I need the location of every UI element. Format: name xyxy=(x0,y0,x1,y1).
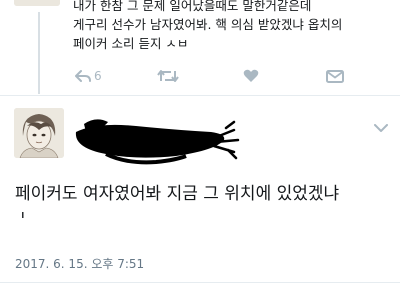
tweet-line: 페이커도 여자였어봐 지금 그 위치에 있었겠냐 xyxy=(15,184,340,204)
tweet-text: 내가 한참 그 문제 일어났을때도 말한거같은데 게구리 선수가 남자였어봐. … xyxy=(73,0,393,53)
chevron-down-icon xyxy=(374,118,388,137)
avatar[interactable] xyxy=(14,0,60,6)
retweet-icon xyxy=(157,69,179,83)
mail-icon xyxy=(326,69,344,83)
main-tweet-text: 페이커도 여자였어봐 지금 그 위치에 있었겠냐 ㅗ xyxy=(15,182,400,218)
heart-icon xyxy=(243,69,259,83)
reply-count: 6 xyxy=(94,69,102,83)
reply-icon xyxy=(75,69,91,83)
tweet-actions: 6 xyxy=(75,66,375,86)
like-button[interactable] xyxy=(243,66,259,86)
tweet-line: 내가 한참 그 문제 일어났을때도 말한거같은데 xyxy=(73,0,312,13)
tweet-timestamp[interactable]: 2017. 6. 15. 오후 7:51 xyxy=(15,255,144,272)
avatar[interactable] xyxy=(14,108,64,158)
tweet-line: 페이커 소리 듣지 ㅅㅂ xyxy=(73,36,189,51)
tweet-divider xyxy=(0,95,400,96)
redaction-scribble xyxy=(66,110,256,170)
retweet-button[interactable] xyxy=(157,66,179,86)
tweet-line: 게구리 선수가 남자였어봐. 핵 의심 받았겠냐 옵치의 xyxy=(73,17,343,32)
tweet-divider xyxy=(0,282,400,283)
direct-message-button[interactable] xyxy=(326,66,344,86)
tweet-line: ㅗ xyxy=(15,208,31,218)
thread-connector-line xyxy=(38,12,40,94)
previous-tweet: 내가 한참 그 문제 일어났을때도 말한거같은데 게구리 선수가 남자였어봐. … xyxy=(0,0,400,95)
tweet-menu-button[interactable] xyxy=(374,118,388,137)
reply-button[interactable]: 6 xyxy=(75,66,102,86)
